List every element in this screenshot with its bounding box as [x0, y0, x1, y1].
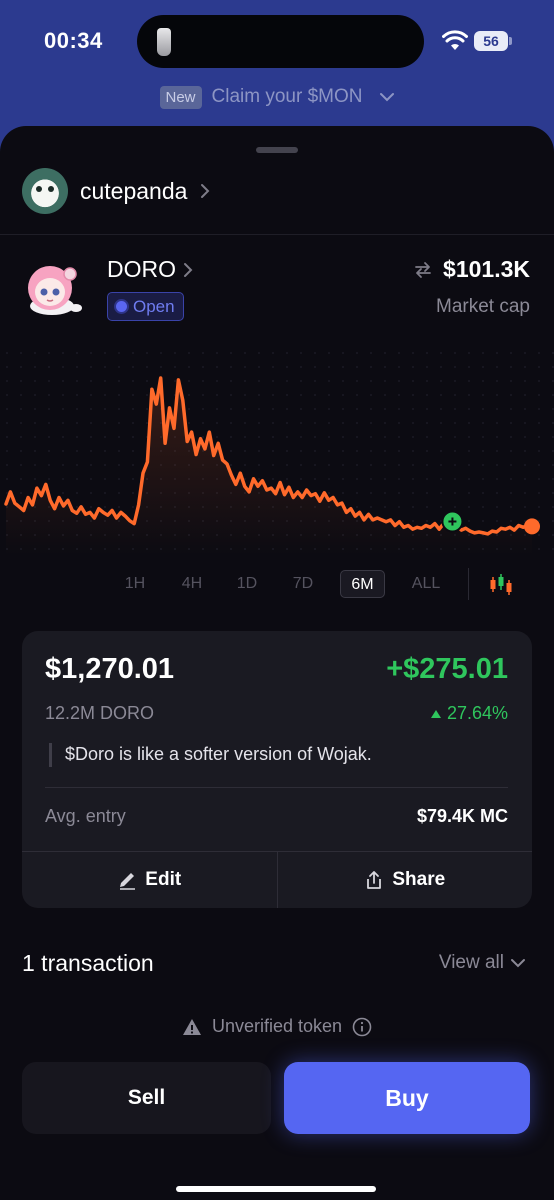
- dynamic-island: [137, 15, 424, 68]
- market-cap-label: Market cap: [436, 296, 530, 317]
- status-bar: 00:34 56: [0, 0, 554, 80]
- wifi-icon: [442, 30, 468, 50]
- unverified-warning: Unverified token: [0, 1016, 554, 1037]
- position-pnl: +$275.01: [386, 653, 508, 685]
- avg-entry-value: $79.4K MC: [416, 806, 508, 826]
- owner-name: cutepanda: [80, 177, 188, 204]
- range-all[interactable]: ALL: [404, 570, 448, 598]
- market-cap-toggle[interactable]: $101.3K: [413, 256, 530, 283]
- owner-link[interactable]: cutepanda: [22, 168, 211, 214]
- range-4h[interactable]: 4H: [173, 570, 211, 598]
- status-time: 00:34: [44, 28, 103, 53]
- swap-icon: [415, 261, 431, 278]
- share-label: Share: [392, 869, 446, 890]
- divider: [0, 234, 554, 235]
- view-all-button[interactable]: View all: [439, 952, 526, 974]
- range-selector: 1H 4H 1D 7D 6M ALL: [0, 566, 554, 600]
- battery-indicator: 56: [474, 31, 508, 51]
- market-cap-value: $101.3K: [443, 256, 530, 282]
- range-1d[interactable]: 1D: [229, 570, 265, 598]
- battery-nub: [509, 37, 512, 45]
- range-divider: [468, 568, 469, 600]
- sell-button[interactable]: Sell: [22, 1062, 271, 1134]
- share-icon: [367, 871, 382, 889]
- info-icon[interactable]: [352, 1017, 372, 1037]
- token-sheet: cutepanda DORO Open $101.3K Market cap 1…: [0, 126, 554, 1200]
- buy-marker[interactable]: [441, 510, 464, 533]
- range-1h[interactable]: 1H: [117, 570, 153, 598]
- avg-entry-label: Avg. entry: [45, 806, 126, 826]
- flashlight-icon: [157, 28, 171, 56]
- chevron-right-icon: [184, 262, 193, 277]
- unverified-text: Unverified token: [211, 1016, 343, 1036]
- pencil-icon: [120, 873, 136, 890]
- position-actions: Edit Share: [22, 851, 532, 908]
- edit-button[interactable]: Edit: [22, 852, 277, 908]
- status-label: Open: [133, 296, 175, 316]
- status-dot: [116, 301, 127, 312]
- view-all-label: View all: [438, 952, 504, 973]
- buy-label: Buy: [385, 1084, 429, 1111]
- sheet-grabber[interactable]: [256, 147, 298, 153]
- warning-icon: [182, 1018, 201, 1035]
- position-card: $1,270.01 +$275.01 12.2M DORO 27.64% $Do…: [22, 631, 532, 908]
- token-name: DORO: [107, 256, 176, 282]
- chevron-right-icon: [201, 184, 210, 198]
- claim-promo-banner[interactable]: New Claim your $MON: [0, 82, 554, 112]
- chevron-down-icon: [379, 93, 394, 102]
- share-button[interactable]: Share: [276, 852, 533, 908]
- candlestick-icon[interactable]: [488, 572, 514, 596]
- range-7d[interactable]: 7D: [285, 570, 321, 598]
- owner-avatar: [22, 168, 68, 214]
- edit-label: Edit: [145, 869, 182, 890]
- position-value: $1,270.01: [45, 653, 175, 685]
- chevron-down-icon: [511, 959, 525, 968]
- quote-bar: [49, 743, 52, 767]
- sell-label: Sell: [127, 1086, 166, 1109]
- position-pnl-percent: 27.64%: [430, 703, 508, 724]
- home-indicator: [176, 1186, 376, 1192]
- pnl-percent-value: 27.64%: [446, 703, 508, 723]
- token-description: $Doro is like a softer version of Wojak.: [65, 744, 372, 764]
- triangle-up-icon: [430, 709, 441, 718]
- price-chart[interactable]: [0, 346, 554, 556]
- buy-button[interactable]: Buy: [284, 1062, 530, 1134]
- promo-text: Claim your $MON: [211, 86, 363, 107]
- divider: [45, 787, 508, 788]
- chart-end-point: [524, 518, 540, 535]
- range-6m[interactable]: 6M: [340, 570, 385, 598]
- status-badge: Open: [107, 292, 184, 321]
- token-name-link[interactable]: DORO: [107, 256, 194, 283]
- token-avatar: [28, 266, 82, 315]
- price-chart-svg: [0, 346, 554, 556]
- position-amount: 12.2M DORO: [45, 703, 155, 723]
- new-badge: New: [159, 85, 202, 109]
- transaction-count: 1 transaction: [22, 950, 154, 976]
